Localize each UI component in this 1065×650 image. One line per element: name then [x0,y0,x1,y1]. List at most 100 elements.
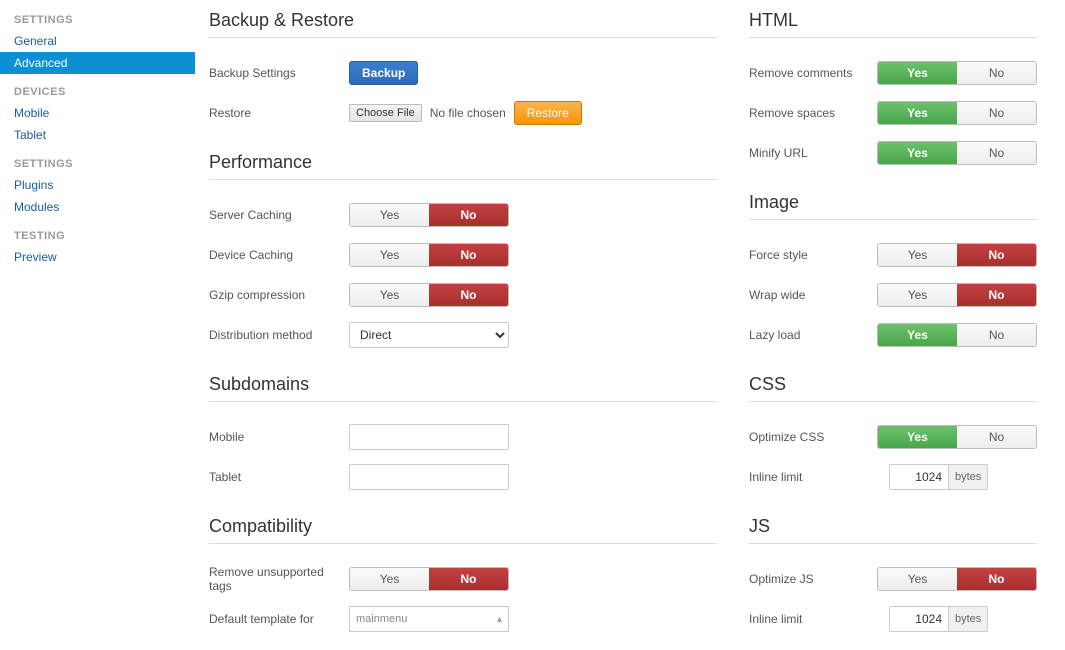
sidebar-header-settings-2: SETTINGS [0,152,195,174]
subdomain-tablet-input[interactable] [349,464,509,490]
css-inline-limit-input[interactable] [889,464,949,490]
unit-bytes: bytes [949,464,988,490]
sidebar-item-preview[interactable]: Preview [0,246,195,268]
chevron-updown-icon: ▴ [497,614,502,625]
section-css: CSS [749,374,1037,395]
sidebar-item-general[interactable]: General [0,30,195,52]
toggle-no[interactable]: No [957,568,1036,590]
divider [749,543,1037,544]
section-html: HTML [749,10,1037,31]
toggle-gzip[interactable]: Yes No [349,283,509,307]
sidebar-item-tablet[interactable]: Tablet [0,124,195,146]
restore-button[interactable]: Restore [514,101,582,125]
section-performance: Performance [209,152,717,173]
toggle-no[interactable]: No [957,142,1036,164]
label-restore: Restore [209,106,349,120]
sidebar-item-plugins[interactable]: Plugins [0,174,195,196]
toggle-server-caching[interactable]: Yes No [349,203,509,227]
toggle-device-caching[interactable]: Yes No [349,243,509,267]
label-sub-tablet: Tablet [209,470,349,484]
file-status: No file chosen [430,106,506,120]
sidebar-header-settings: SETTINGS [0,8,195,30]
toggle-no[interactable]: No [429,204,508,226]
sidebar-header-devices: DEVICES [0,80,195,102]
toggle-no[interactable]: No [957,102,1036,124]
toggle-yes[interactable]: Yes [350,568,429,590]
divider [209,37,717,38]
toggle-yes[interactable]: Yes [878,62,957,84]
divider [209,543,717,544]
label-remove-comments: Remove comments [749,66,877,80]
toggle-yes[interactable]: Yes [350,204,429,226]
label-optimize-js: Optimize JS [749,572,877,586]
toggle-yes[interactable]: Yes [878,142,957,164]
backup-button[interactable]: Backup [349,61,418,85]
label-gzip: Gzip compression [209,288,349,302]
label-distribution: Distribution method [209,328,349,342]
toggle-no[interactable]: No [957,284,1036,306]
toggle-optimize-css[interactable]: Yes No [877,425,1037,449]
toggle-remove-spaces[interactable]: Yes No [877,101,1037,125]
default-template-value: mainmenu [356,613,407,625]
label-server-caching: Server Caching [209,208,349,222]
toggle-optimize-js[interactable]: Yes No [877,567,1037,591]
sidebar-item-advanced[interactable]: Advanced [0,52,195,74]
settings-column-left: Backup & Restore Backup Settings Backup … [195,0,735,650]
toggle-minify-url[interactable]: Yes No [877,141,1037,165]
toggle-no[interactable]: No [957,244,1036,266]
toggle-no[interactable]: No [957,324,1036,346]
section-backup-restore: Backup & Restore [209,10,717,31]
toggle-wrap-wide[interactable]: Yes No [877,283,1037,307]
label-default-template: Default template for [209,612,349,626]
toggle-yes[interactable]: Yes [878,568,957,590]
divider [749,219,1037,220]
section-image: Image [749,192,1037,213]
toggle-no[interactable]: No [429,284,508,306]
section-compatibility: Compatibility [209,516,717,537]
label-force-style: Force style [749,248,877,262]
divider [749,401,1037,402]
subdomain-mobile-input[interactable] [349,424,509,450]
sidebar: SETTINGS General Advanced DEVICES Mobile… [0,0,195,650]
toggle-yes[interactable]: Yes [878,426,957,448]
label-remove-spaces: Remove spaces [749,106,877,120]
toggle-lazy-load[interactable]: Yes No [877,323,1037,347]
section-subdomains: Subdomains [209,374,717,395]
label-optimize-css: Optimize CSS [749,430,877,444]
toggle-yes[interactable]: Yes [350,244,429,266]
default-template-select[interactable]: mainmenu ▴ [349,606,509,632]
js-inline-limit-input[interactable] [889,606,949,632]
label-css-inline-limit: Inline limit [749,470,889,484]
label-wrap-wide: Wrap wide [749,288,877,302]
toggle-yes[interactable]: Yes [878,244,957,266]
divider [749,37,1037,38]
sidebar-header-testing: TESTING [0,224,195,246]
label-js-inline-limit: Inline limit [749,612,889,626]
toggle-yes[interactable]: Yes [878,284,957,306]
divider [209,401,717,402]
settings-column-right: HTML Remove comments Yes No Remove space… [735,0,1055,650]
toggle-no[interactable]: No [957,62,1036,84]
toggle-remove-comments[interactable]: Yes No [877,61,1037,85]
unit-bytes: bytes [949,606,988,632]
toggle-yes[interactable]: Yes [350,284,429,306]
sidebar-item-mobile[interactable]: Mobile [0,102,195,124]
toggle-no[interactable]: No [957,426,1036,448]
sidebar-item-modules[interactable]: Modules [0,196,195,218]
section-js: JS [749,516,1037,537]
toggle-force-style[interactable]: Yes No [877,243,1037,267]
toggle-yes[interactable]: Yes [878,324,957,346]
toggle-remove-unsupported[interactable]: Yes No [349,567,509,591]
label-minify-url: Minify URL [749,146,877,160]
distribution-select[interactable]: Direct [349,322,509,348]
label-remove-unsupported: Remove unsupported tags [209,565,349,593]
label-device-caching: Device Caching [209,248,349,262]
choose-file-button[interactable]: Choose File [349,104,422,122]
label-lazy-load: Lazy load [749,328,877,342]
toggle-no[interactable]: No [429,244,508,266]
label-backup-settings: Backup Settings [209,66,349,80]
toggle-yes[interactable]: Yes [878,102,957,124]
toggle-no[interactable]: No [429,568,508,590]
label-sub-mobile: Mobile [209,430,349,444]
divider [209,179,717,180]
